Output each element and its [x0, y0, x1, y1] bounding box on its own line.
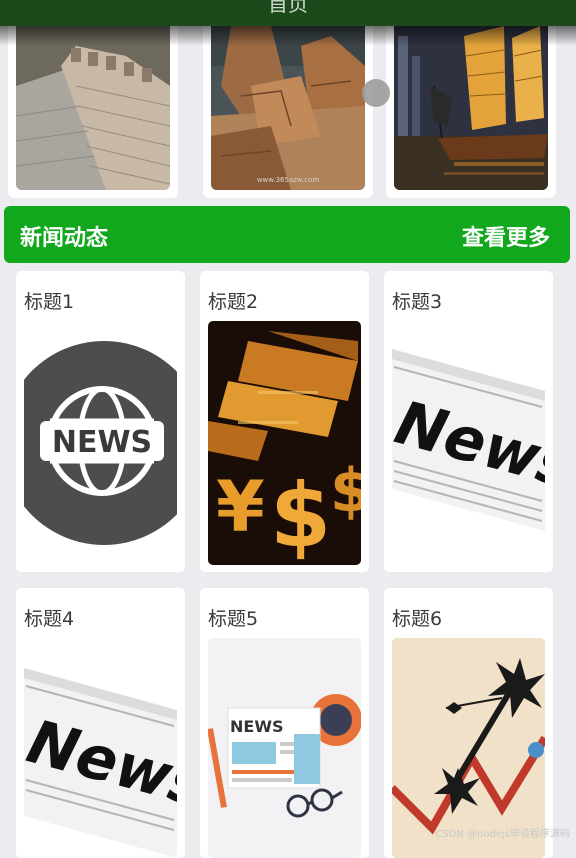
newspaper-icon: News [392, 321, 545, 565]
news-card-3[interactable]: 标题3 News [384, 271, 553, 572]
junk-boat-photo [394, 26, 548, 190]
news-card-1[interactable]: 标题1 NEWS [16, 271, 185, 572]
svg-text:NEWS: NEWS [52, 425, 152, 460]
svg-text:$: $ [330, 456, 361, 526]
banner-carousel[interactable]: www.365azw.com [8, 26, 568, 198]
svg-text:¥: ¥ [216, 466, 265, 548]
newspaper-icon: News [24, 638, 177, 858]
news-title: 标题5 [208, 608, 259, 630]
news-title: 标题6 [392, 608, 443, 630]
news-title: 标题2 [208, 291, 259, 313]
banner-item-3[interactable] [386, 26, 556, 198]
banner-item-2[interactable]: www.365azw.com [203, 26, 373, 198]
section-title: 新闻动态 [20, 226, 109, 251]
news-card-5[interactable]: 标题5 NEWS [200, 588, 369, 858]
gold-currency-icon: ¥ $ $ [208, 321, 361, 565]
news-title: 标题1 [24, 291, 75, 313]
banner-item-1[interactable] [8, 26, 178, 198]
svg-text:NEWS: NEWS [230, 717, 284, 736]
news-title: 标题3 [392, 291, 443, 313]
watermark: CSDN @nodejs毕设程序源码 [435, 829, 570, 840]
carousel-indicator[interactable] [362, 79, 390, 107]
news-card-2[interactable]: 标题2 ¥ $ $ [200, 271, 369, 572]
news-card-6[interactable]: 标题6 [384, 588, 553, 858]
page-title: 首页 [268, 0, 308, 16]
svg-text:$: $ [270, 464, 331, 565]
news-card-4[interactable]: 标题4 News [16, 588, 185, 858]
news-flat-illustration-icon: NEWS [208, 638, 361, 858]
news-title: 标题4 [24, 608, 75, 630]
great-wall-photo [16, 26, 170, 190]
rock-formation-photo: www.365azw.com [211, 26, 365, 190]
banner-caption: www.365azw.com [256, 176, 320, 184]
view-more-link[interactable]: 查看更多 [462, 220, 550, 252]
top-app-bar: 首页 [0, 0, 576, 26]
news-section-header: 新闻动态 查看更多 [4, 206, 570, 263]
globe-news-icon: NEWS [24, 321, 177, 565]
